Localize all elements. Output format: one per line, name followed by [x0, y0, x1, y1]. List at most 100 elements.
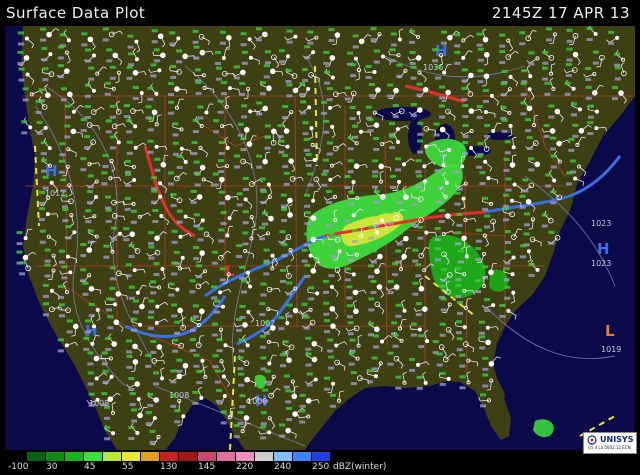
station-dew-mark [328, 39, 335, 43]
station-temp-mark [462, 141, 469, 145]
station-temp-mark [440, 297, 447, 301]
station-temp-mark [259, 226, 266, 230]
weather-map[interactable]: H H H H L L H 1036 1023 1023 1019 1012 1… [5, 26, 635, 450]
station-circle [267, 430, 272, 435]
station-circle [285, 321, 290, 326]
station-circle [66, 38, 71, 43]
station-dew-mark [235, 328, 242, 332]
station-circle [469, 146, 474, 151]
station-dew-mark [105, 130, 112, 134]
station-temp-mark [352, 229, 359, 233]
station-dew-mark [286, 292, 293, 296]
station-circle [468, 72, 474, 79]
station-temp-mark [242, 176, 249, 180]
station-dew-mark [241, 61, 248, 65]
station-temp-mark [192, 119, 199, 123]
station-temp-mark [566, 47, 573, 51]
station-temp-mark [176, 49, 183, 53]
station-circle [526, 105, 533, 112]
station-circle [72, 230, 77, 235]
station-dew-mark [216, 349, 223, 353]
station-temp-mark [438, 104, 445, 108]
station-temp-mark [418, 334, 425, 338]
station-dew-mark [220, 222, 227, 226]
station-dew-mark [372, 185, 379, 189]
station-dew-mark [480, 404, 487, 408]
station-dew-mark [127, 45, 134, 49]
station-temp-mark [131, 317, 138, 321]
station-circle [93, 355, 100, 362]
station-dew-mark [238, 383, 245, 387]
station-temp-mark [415, 159, 422, 163]
station-dew-mark [564, 92, 571, 96]
station-temp-mark [84, 135, 91, 139]
station-temp-mark [325, 189, 332, 193]
station-temp-mark [300, 100, 307, 104]
station-dew-mark [370, 290, 377, 294]
station-temp-mark [263, 64, 270, 68]
station-circle [425, 339, 430, 344]
station-dew-mark [234, 165, 241, 169]
station-temp-mark [462, 124, 469, 128]
pressure-value: 1023 [591, 219, 611, 228]
station-temp-mark [328, 28, 335, 32]
station-temp-mark [214, 369, 221, 373]
station-temp-mark [40, 158, 47, 162]
station-temp-mark [482, 88, 489, 92]
station-temp-mark [236, 244, 243, 248]
station-dew-mark [440, 41, 447, 45]
wind-barb-feather [442, 311, 447, 314]
station-dew-mark [283, 385, 290, 389]
station-circle [306, 87, 311, 92]
legend-swatch [141, 452, 160, 461]
station-temp-mark [299, 393, 306, 397]
station-dew-mark [130, 220, 137, 224]
low-pressure-center: L [225, 262, 235, 280]
station-circle [23, 55, 30, 61]
station-circle [572, 51, 579, 58]
station-temp-mark [409, 29, 416, 33]
station-temp-mark [304, 263, 311, 267]
station-temp-mark [372, 159, 379, 163]
station-dew-mark [476, 43, 483, 47]
station-temp-mark [394, 157, 401, 161]
station-circle [506, 308, 511, 313]
station-circle [90, 341, 95, 346]
station-temp-mark [395, 303, 402, 307]
station-dew-mark [193, 56, 200, 60]
station-dew-mark [262, 399, 269, 403]
station-temp-mark [348, 191, 355, 195]
station-temp-mark [126, 119, 133, 123]
station-temp-mark [36, 120, 43, 124]
station-temp-mark [35, 99, 42, 103]
station-temp-mark [395, 375, 402, 379]
station-dew-mark [256, 165, 263, 169]
station-temp-mark [372, 213, 379, 217]
station-dew-mark [16, 242, 23, 246]
station-dew-mark [39, 201, 46, 205]
station-temp-mark [220, 81, 227, 85]
station-circle [159, 214, 164, 219]
station-dew-mark [263, 272, 270, 276]
station-temp-mark [219, 30, 226, 34]
station-circle [199, 49, 206, 56]
station-dew-mark [550, 165, 557, 169]
station-circle [403, 235, 409, 242]
station-dew-mark [241, 115, 248, 119]
station-circle [446, 147, 451, 152]
station-dew-mark [195, 92, 202, 96]
station-dew-mark [259, 237, 266, 241]
station-dew-mark [174, 420, 181, 424]
station-dew-mark [299, 420, 306, 424]
station-temp-mark [189, 338, 196, 342]
station-temp-mark [110, 226, 117, 230]
station-temp-mark [66, 319, 73, 323]
station-temp-mark [193, 353, 200, 357]
station-temp-mark [44, 248, 51, 252]
station-circle [310, 268, 317, 274]
station-dew-mark [109, 115, 116, 119]
station-temp-mark [304, 232, 311, 236]
station-circle [64, 343, 69, 348]
station-temp-mark [572, 123, 579, 127]
station-circle [312, 158, 317, 163]
